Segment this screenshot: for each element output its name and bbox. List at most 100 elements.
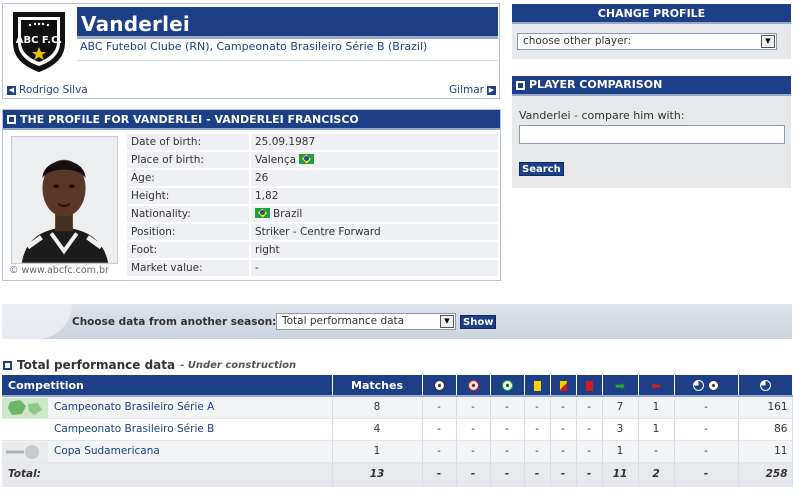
minutes-per-goal-value: - [674, 440, 739, 463]
choose-player-select[interactable]: choose other player: ▼ [517, 33, 777, 50]
col-subbed-on[interactable]: ➡ [602, 375, 639, 397]
yellow-red-card-icon [559, 380, 567, 391]
change-profile-box: CHANGE PROFILE choose other player: ▼ [512, 4, 791, 59]
red-card-icon [585, 380, 593, 391]
change-profile-title: CHANGE PROFILE [512, 4, 791, 24]
fact-value: - [251, 260, 498, 276]
competition-link[interactable]: Copa Sudamericana [54, 445, 160, 457]
fact-label: Height: [127, 188, 251, 204]
fact-row: Foot: right [127, 242, 498, 258]
name-bar: Vanderlei [77, 7, 498, 39]
total-row: Total: 13 - - - - - - 11 2 - 258 [2, 461, 793, 487]
total-red: - [576, 461, 603, 487]
assist-ball-icon [501, 380, 513, 391]
fact-row: Market value: - [127, 260, 498, 276]
fact-value-cell: Valença [251, 152, 498, 168]
matches-link[interactable]: 8 [332, 396, 423, 419]
competition-link[interactable]: Campeonato Brasileiro Série A [54, 401, 214, 413]
fact-label: Nationality: [127, 206, 251, 222]
prev-player-link[interactable]: ◀ Rodrigo Silva [7, 84, 88, 96]
col-matches[interactable]: Matches [332, 375, 423, 397]
table-row: Campeonato Brasileiro Série B 4 - - - - … [2, 418, 793, 441]
performance-title: Total performance data [17, 358, 176, 372]
prev-player-name: Rodrigo Silva [19, 84, 88, 96]
yellow-value: - [524, 418, 551, 441]
col-minutes-per-goal[interactable] [674, 375, 739, 397]
yellow-red-value: - [550, 440, 577, 463]
yellow-red-value: - [550, 418, 577, 441]
profile-header: THE PROFILE FOR VANDERLEI - VANDERLEI FR… [3, 110, 500, 130]
yellow-value: - [524, 440, 551, 463]
yellow-red-value: - [550, 396, 577, 419]
competition-link[interactable]: Campeonato Brasileiro Série B [54, 423, 214, 435]
season-select[interactable]: Total performance data ▼ [276, 313, 456, 330]
competition-cell: Campeonato Brasileiro Série A [2, 396, 333, 419]
assists-value: - [490, 440, 525, 463]
subbed-on-value: 7 [602, 396, 639, 419]
total-subbed-on: 11 [602, 461, 639, 487]
col-yellow-red[interactable] [550, 375, 577, 397]
player-name: Vanderlei [81, 12, 190, 36]
fact-label: Market value: [127, 260, 251, 276]
substituted-off-arrow-icon: ⬅ [650, 378, 662, 393]
clock-icon [759, 380, 771, 391]
col-goals[interactable] [422, 375, 457, 397]
minutes-value: 11 [738, 440, 793, 463]
goals-value: - [422, 440, 457, 463]
square-icon [516, 80, 525, 90]
col-minutes[interactable] [738, 375, 793, 397]
assists-value: - [490, 396, 525, 419]
player-facts-table: Date of birth: 25.09.1987 Place of birth… [127, 132, 498, 278]
fact-row: Date of birth: 25.09.1987 [127, 134, 498, 150]
fact-value: right [251, 242, 498, 258]
performance-title-row: Total performance data - Under construct… [3, 358, 296, 372]
substituted-on-arrow-icon: ➡ [614, 378, 626, 393]
player-header: ABC F.C. Vanderlei ABC Futebol Clube (RN… [2, 3, 500, 99]
subbed-on-value: 1 [602, 440, 639, 463]
show-button[interactable]: Show [460, 315, 497, 329]
fact-row: Nationality: Brazil [127, 206, 498, 222]
own-goals-value: - [456, 396, 491, 419]
brazil-flag-icon [255, 208, 270, 218]
matches-link[interactable]: 4 [332, 418, 423, 441]
compare-label: Vanderlei - compare him with: [519, 109, 685, 122]
col-competition[interactable]: Competition [2, 375, 333, 397]
season-select-value: Total performance data [282, 315, 405, 327]
col-subbed-off[interactable]: ⬅ [638, 375, 675, 397]
col-yellow[interactable] [524, 375, 551, 397]
photo-credit: © www.abcfc.com.br [9, 265, 109, 276]
fact-row: Place of birth: Valença [127, 152, 498, 168]
table-row: Copa Sudamericana 1 - - - - - - 1 - - 11 [2, 440, 793, 463]
subbed-off-value: 1 [638, 396, 675, 419]
subbed-on-value: 3 [602, 418, 639, 441]
col-red[interactable] [576, 375, 603, 397]
fact-row: Height: 1,82 [127, 188, 498, 204]
total-minutes-per-goal: - [674, 461, 739, 487]
compare-player-input[interactable] [519, 125, 785, 144]
fact-label: Foot: [127, 242, 251, 258]
fact-value-cell: Brazil [251, 206, 498, 222]
fact-label: Place of birth: [127, 152, 251, 168]
search-button[interactable]: Search [519, 162, 564, 176]
fact-label: Age: [127, 170, 251, 186]
divider [77, 60, 498, 61]
next-player-link[interactable]: Gilmar ▶ [449, 84, 496, 96]
table-header-row: Competition Matches ➡ ⬅ [2, 375, 793, 397]
col-own-goals[interactable] [456, 375, 491, 397]
minutes-per-goal-value: - [674, 396, 739, 419]
competition-cell: Campeonato Brasileiro Série B [2, 418, 333, 441]
club-link[interactable]: ABC Futebol Clube (RN), Campeonato Brasi… [80, 40, 427, 53]
player-comparison-header: PLAYER COMPARISON [512, 76, 791, 96]
chevron-down-icon: ▼ [440, 315, 454, 328]
table-row: Campeonato Brasileiro Série A 8 - - - - … [2, 396, 793, 419]
performance-subtitle: - Under construction [180, 359, 297, 371]
col-assists[interactable] [490, 375, 525, 397]
total-yellow-red: - [550, 461, 577, 487]
matches-link[interactable]: 1 [332, 440, 423, 463]
square-icon [7, 114, 16, 124]
subbed-off-value: - [638, 440, 675, 463]
subbed-off-value: 1 [638, 418, 675, 441]
total-minutes: 258 [738, 461, 793, 487]
fact-row: Position: Striker - Centre Forward [127, 224, 498, 240]
fact-row: Age: 26 [127, 170, 498, 186]
